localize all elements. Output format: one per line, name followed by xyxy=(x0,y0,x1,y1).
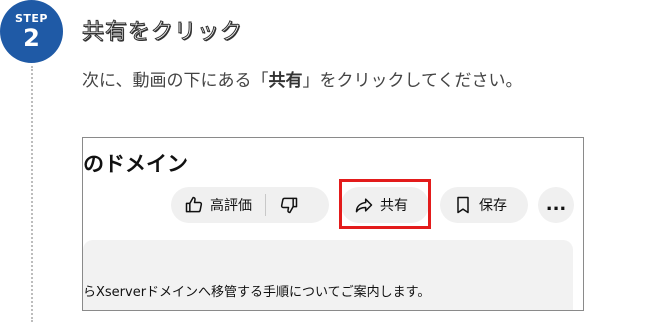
bookmark-icon xyxy=(453,195,473,215)
save-label: 保存 xyxy=(479,198,507,214)
step-title: 共有をクリック xyxy=(81,20,244,46)
more-button[interactable]: ... xyxy=(538,187,574,223)
step-connector-line xyxy=(31,66,33,322)
thumbs-up-icon xyxy=(184,195,204,215)
more-icon: ... xyxy=(545,194,567,215)
like-label: 高評価 xyxy=(210,198,252,214)
step-badge: STEP 2 xyxy=(0,0,63,63)
save-button[interactable]: 保存 xyxy=(440,187,528,223)
step-number: 2 xyxy=(23,24,40,52)
instruction-text: 次に、動画の下にある「共有」をクリックしてください。 xyxy=(82,66,522,91)
share-highlight-box xyxy=(339,179,431,229)
thumbs-down-icon xyxy=(279,195,299,215)
save-button-content: 保存 xyxy=(440,187,520,223)
description-box xyxy=(83,240,573,310)
like-button[interactable]: 高評価 xyxy=(171,187,265,223)
description-text: らXserverドメインへ移管する手順についてご案内します。 xyxy=(83,285,431,300)
embedded-screenshot: のドメイン 高評価 共有 保存 ... らXserverドメインへ移管する手順に… xyxy=(82,137,584,311)
like-dislike-pill: 高評価 xyxy=(171,187,329,223)
instruction-prefix: 次に、動画の下にある「 xyxy=(82,71,269,91)
video-title-fragment: のドメイン xyxy=(83,152,188,176)
instruction-suffix: 」をクリックしてください。 xyxy=(302,71,523,91)
dislike-button[interactable] xyxy=(266,187,312,223)
instruction-highlight: 共有 xyxy=(268,71,303,91)
